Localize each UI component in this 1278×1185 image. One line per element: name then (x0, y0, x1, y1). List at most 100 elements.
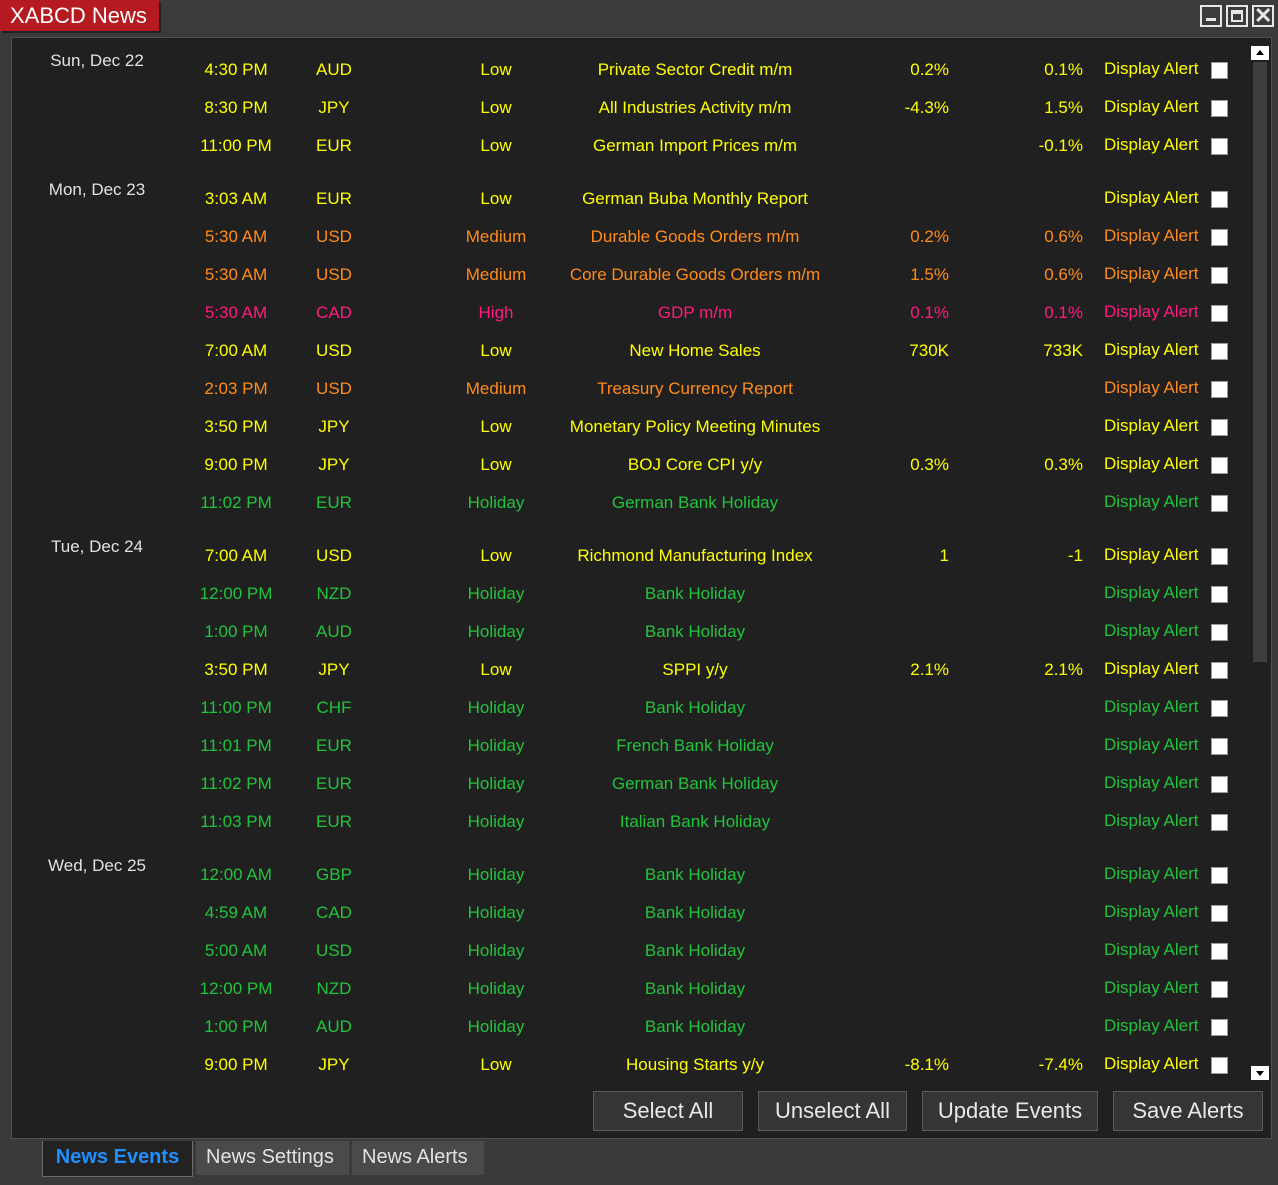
event-row: 11:02 PM EUR Holiday German Bank Holiday Dis… (12, 765, 1247, 803)
display-alert-checkbox[interactable] (1211, 419, 1228, 436)
display-alert-checkbox[interactable] (1211, 867, 1228, 884)
event-currency: JPY (318, 1055, 350, 1074)
event-actual: -8.1% (904, 1055, 949, 1074)
display-alert-checkbox[interactable] (1211, 495, 1228, 512)
display-alert-label: Display Alert (1104, 773, 1199, 792)
scroll-down-icon[interactable] (1251, 1066, 1269, 1080)
display-alert-checkbox[interactable] (1211, 229, 1228, 246)
event-name: Bank Holiday (644, 622, 746, 641)
event-impact: Low (480, 136, 512, 155)
event-time: 5:30 AM (204, 265, 268, 284)
display-alert-label: Display Alert (1104, 978, 1199, 997)
select-all-button[interactable]: Select All (593, 1091, 743, 1131)
event-actual: 0.2% (910, 227, 949, 246)
scroll-thumb[interactable] (1253, 62, 1267, 662)
minimize-button[interactable] (1200, 5, 1222, 27)
display-alert-checkbox[interactable] (1211, 191, 1228, 208)
event-currency: AUD (316, 1017, 352, 1036)
display-alert-checkbox[interactable] (1211, 381, 1228, 398)
display-alert-label: Display Alert (1104, 135, 1199, 154)
event-time: 2:03 PM (204, 379, 268, 398)
vertical-scrollbar[interactable] (1251, 46, 1269, 1080)
display-alert-checkbox[interactable] (1211, 943, 1228, 960)
display-alert-checkbox[interactable] (1211, 267, 1228, 284)
display-alert-checkbox[interactable] (1211, 624, 1228, 641)
event-time: 3:50 PM (204, 660, 268, 679)
event-impact: Medium (465, 379, 527, 398)
display-alert-checkbox[interactable] (1211, 1057, 1228, 1074)
event-currency: EUR (316, 736, 352, 755)
event-currency: JPY (318, 660, 350, 679)
event-row: 3:03 AM EUR Low German Buba Monthly Report D… (12, 180, 1247, 218)
event-row: 4:59 AM CAD Holiday Bank Holiday Display Ale… (12, 894, 1247, 932)
event-row: 2:03 PM USD Medium Treasury Currency Report… (12, 370, 1247, 408)
save-alerts-button[interactable]: Save Alerts (1113, 1091, 1263, 1131)
display-alert-label: Display Alert (1104, 264, 1199, 283)
event-row: 12:00 AM GBP Holiday Bank Holiday Display Al… (12, 856, 1247, 894)
event-row: 9:00 PM JPY Low BOJ Core CPI y/y 0.3% 0.3% Dis… (12, 446, 1247, 484)
event-row: 3:50 PM JPY Low Monetary Policy Meeting Min… (12, 408, 1247, 446)
display-alert-checkbox[interactable] (1211, 981, 1228, 998)
event-currency: USD (316, 265, 352, 284)
display-alert-checkbox[interactable] (1211, 100, 1228, 117)
event-name: Private Sector Credit m/m (597, 60, 793, 79)
display-alert-checkbox[interactable] (1211, 738, 1228, 755)
display-alert-label: Display Alert (1104, 454, 1199, 473)
event-forecast: 1.5% (1044, 98, 1083, 117)
tab-bar: News Events News Settings News Alerts (42, 1141, 487, 1177)
event-impact: Medium (465, 265, 527, 284)
event-time: 11:00 PM (200, 698, 272, 717)
event-impact: Holiday (467, 865, 525, 884)
event-name: German Bank Holiday (611, 774, 779, 793)
event-currency: AUD (316, 622, 352, 641)
event-currency: EUR (316, 812, 352, 831)
event-name: Bank Holiday (644, 865, 746, 884)
display-alert-checkbox[interactable] (1211, 905, 1228, 922)
event-time: 7:00 AM (204, 546, 268, 565)
close-icon: ✕ (1254, 3, 1273, 28)
tab-news-alerts[interactable]: News Alerts (352, 1141, 484, 1175)
display-alert-checkbox[interactable] (1211, 776, 1228, 793)
event-forecast: 0.6% (1044, 227, 1083, 246)
display-alert-checkbox[interactable] (1211, 662, 1228, 679)
display-alert-label: Display Alert (1104, 659, 1199, 678)
close-button[interactable]: ✕ (1252, 3, 1274, 28)
scroll-up-icon[interactable] (1251, 46, 1269, 60)
display-alert-checkbox[interactable] (1211, 1019, 1228, 1036)
unselect-all-button[interactable]: Unselect All (758, 1091, 907, 1131)
event-name: Bank Holiday (644, 1017, 746, 1036)
display-alert-label: Display Alert (1104, 902, 1199, 921)
event-impact: Low (480, 417, 512, 436)
event-row: 11:01 PM EUR Holiday French Bank Holiday Dis… (12, 727, 1247, 765)
display-alert-label: Display Alert (1104, 621, 1199, 640)
display-alert-label: Display Alert (1104, 545, 1199, 564)
event-impact: Holiday (467, 903, 525, 922)
display-alert-checkbox[interactable] (1211, 138, 1228, 155)
tab-news-events[interactable]: News Events (42, 1141, 193, 1177)
display-alert-checkbox[interactable] (1211, 700, 1228, 717)
display-alert-label: Display Alert (1104, 583, 1199, 602)
title-bar: XABCD News ✕ (0, 0, 1278, 32)
display-alert-checkbox[interactable] (1211, 814, 1228, 831)
display-alert-label: Display Alert (1104, 378, 1199, 397)
event-forecast: -1 (1067, 546, 1083, 565)
news-events-panel: Sun, Dec 22 4:30 PM AUD Low Private Sector C… (11, 37, 1272, 1139)
update-events-button[interactable]: Update Events (922, 1091, 1098, 1131)
event-actual: -4.3% (904, 98, 949, 117)
display-alert-checkbox[interactable] (1211, 62, 1228, 79)
display-alert-checkbox[interactable] (1211, 457, 1228, 474)
event-row: 12:00 PM NZD Holiday Bank Holiday Display Al… (12, 575, 1247, 613)
event-time: 7:00 AM (204, 341, 268, 360)
event-actual: 0.3% (910, 455, 949, 474)
maximize-button[interactable] (1226, 5, 1248, 27)
display-alert-checkbox[interactable] (1211, 305, 1228, 322)
display-alert-checkbox[interactable] (1211, 586, 1228, 603)
display-alert-checkbox[interactable] (1211, 548, 1228, 565)
tab-news-settings[interactable]: News Settings (196, 1141, 349, 1175)
display-alert-checkbox[interactable] (1211, 343, 1228, 360)
event-name: Bank Holiday (644, 941, 746, 960)
event-row: 1:00 PM AUD Holiday Bank Holiday Display Ale… (12, 1008, 1247, 1046)
event-impact: Low (480, 98, 512, 117)
display-alert-label: Display Alert (1104, 735, 1199, 754)
event-time: 5:30 AM (204, 227, 268, 246)
